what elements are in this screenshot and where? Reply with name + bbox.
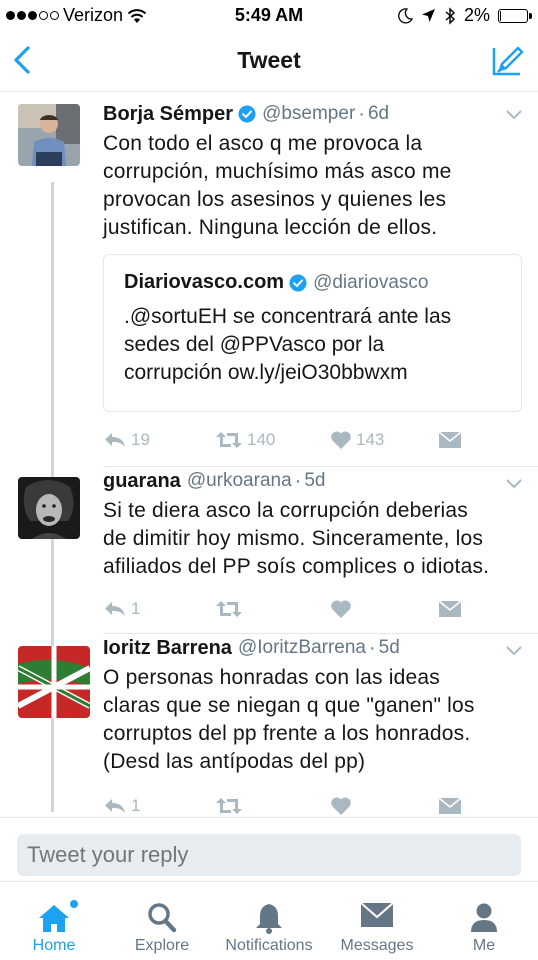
tab-label: Explore — [134, 937, 190, 954]
retweet-count: 140 — [247, 430, 276, 449]
author-name[interactable]: Ioritz Barrena — [103, 637, 232, 660]
bell-icon — [256, 904, 282, 934]
avatar[interactable] — [18, 104, 80, 166]
avatar[interactable] — [18, 646, 90, 718]
bluetooth-icon — [445, 6, 456, 25]
navigation-bar: Tweet — [0, 30, 538, 92]
chevron-down-icon[interactable] — [506, 110, 522, 120]
author-name[interactable]: guarana — [103, 470, 181, 493]
page-title: Tweet — [237, 47, 301, 73]
tweet-text: Con todo el asco q me provoca la corrupc… — [103, 132, 452, 239]
chevron-down-icon[interactable] — [506, 479, 522, 489]
tab-label: Messages — [340, 937, 414, 954]
tweet-time: 5d — [304, 470, 326, 491]
like-count: 143 — [356, 430, 385, 449]
tweet-header: Borja Sémper @bsemper · 6d — [103, 102, 390, 126]
verified-badge-icon — [289, 274, 307, 291]
author-handle: @IoritzBarrena — [237, 637, 366, 658]
tweet-body: guarana @urkoarana · 5d Si te diera asco… — [103, 467, 522, 581]
quoted-tweet-text: .@sortuEH se concentrará ante las sedes … — [124, 305, 452, 384]
status-right: 2% — [397, 5, 532, 26]
search-icon — [148, 903, 177, 933]
battery-percent: 2% — [463, 5, 490, 25]
tweet-body: Borja Sémper @bsemper · 6d Con todo el a… — [103, 100, 522, 242]
chevron-down-icon[interactable] — [506, 646, 522, 656]
heart-icon — [331, 797, 351, 815]
envelope-icon — [438, 600, 462, 617]
tweet-thread: Borja Sémper @bsemper · 6d Con todo el a… — [0, 92, 538, 817]
retweet-icon — [216, 601, 242, 617]
like-button[interactable] — [330, 796, 352, 816]
tab-me[interactable]: Me — [430, 882, 538, 960]
tab-label: Home — [32, 937, 76, 954]
direct-message-button[interactable] — [438, 797, 462, 815]
tweet-time: 5d — [378, 637, 400, 658]
avatar[interactable] — [18, 477, 80, 539]
tab-notifications[interactable]: Notifications — [215, 882, 323, 960]
author-handle: @bsemper — [262, 103, 356, 124]
quoted-tweet-header: Diariovasco.com @diariovasco — [124, 271, 428, 294]
envelope-icon — [438, 797, 462, 814]
home-icon — [39, 905, 69, 932]
like-button[interactable] — [330, 599, 352, 619]
author-handle: @urkoarana — [186, 470, 292, 491]
location-arrow-icon — [421, 9, 435, 22]
tweet-header: Ioritz Barrena @IoritzBarrena · 5d — [103, 636, 400, 660]
tweet-actions: 1 — [103, 597, 523, 621]
like-button[interactable]: 143 — [330, 430, 384, 450]
heart-icon — [331, 431, 351, 449]
tweet-item[interactable]: Ioritz Barrena @IoritzBarrena · 5d O per… — [0, 634, 538, 817]
tweet-item[interactable]: Borja Sémper @bsemper · 6d Con todo el a… — [0, 92, 538, 467]
reply-icon — [105, 602, 125, 616]
tab-explore[interactable]: Explore — [108, 882, 216, 960]
battery-icon — [498, 8, 532, 23]
tweet-actions: 19 140 143 — [103, 428, 523, 452]
reply-bar — [0, 817, 538, 881]
direct-message-button[interactable] — [438, 431, 462, 449]
heart-icon — [331, 600, 351, 618]
direct-message-button[interactable] — [438, 600, 462, 618]
retweet-icon — [216, 798, 242, 814]
compose-tweet-icon[interactable] — [490, 44, 524, 78]
quoted-author-name: Diariovasco.com — [124, 271, 285, 293]
tweet-item[interactable]: guarana @urkoarana · 5d Si te diera asco… — [0, 467, 538, 633]
reply-input[interactable] — [17, 834, 521, 876]
person-icon — [471, 903, 497, 932]
retweet-button[interactable] — [215, 599, 243, 619]
reply-button[interactable]: 19 — [103, 430, 150, 450]
reply-icon — [105, 799, 125, 813]
quoted-author-handle: @diariovasco — [313, 271, 429, 293]
tweet-body: Ioritz Barrena @IoritzBarrena · 5d O per… — [103, 634, 522, 776]
reply-count: 1 — [131, 796, 141, 815]
tab-home[interactable]: Home — [0, 882, 108, 960]
verified-badge-icon — [238, 105, 256, 123]
tweet-time: 6d — [367, 103, 390, 124]
retweet-button[interactable]: 140 — [215, 430, 275, 450]
quoted-tweet[interactable]: Diariovasco.com @diariovasco .@sortuEH s… — [103, 254, 522, 412]
envelope-icon — [438, 431, 462, 448]
tab-label: Notifications — [225, 937, 313, 954]
reply-icon — [105, 433, 125, 447]
tweet-text: Si te diera asco la corrupción deberias … — [103, 499, 490, 578]
reply-count: 19 — [131, 430, 150, 449]
tweet-header: guarana @urkoarana · 5d — [103, 469, 326, 493]
envelope-icon — [360, 902, 394, 927]
reply-button[interactable]: 1 — [103, 796, 140, 816]
tab-messages[interactable]: Messages — [323, 882, 431, 960]
reply-button[interactable]: 1 — [103, 599, 140, 619]
status-bar: Verizon 5:49 AM 2% — [0, 0, 538, 30]
reply-count: 1 — [131, 599, 141, 618]
retweet-icon — [216, 432, 242, 448]
new-content-dot — [70, 900, 78, 908]
tab-label: Me — [472, 937, 496, 954]
tweet-actions: 1 — [103, 794, 523, 817]
author-name[interactable]: Borja Sémper — [103, 103, 233, 126]
moon-icon — [398, 7, 413, 24]
tweet-text: O personas honradas con las ideas claras… — [103, 666, 475, 773]
tab-bar: Home Explore Notifications Messages Me — [0, 881, 538, 960]
retweet-button[interactable] — [215, 796, 243, 816]
